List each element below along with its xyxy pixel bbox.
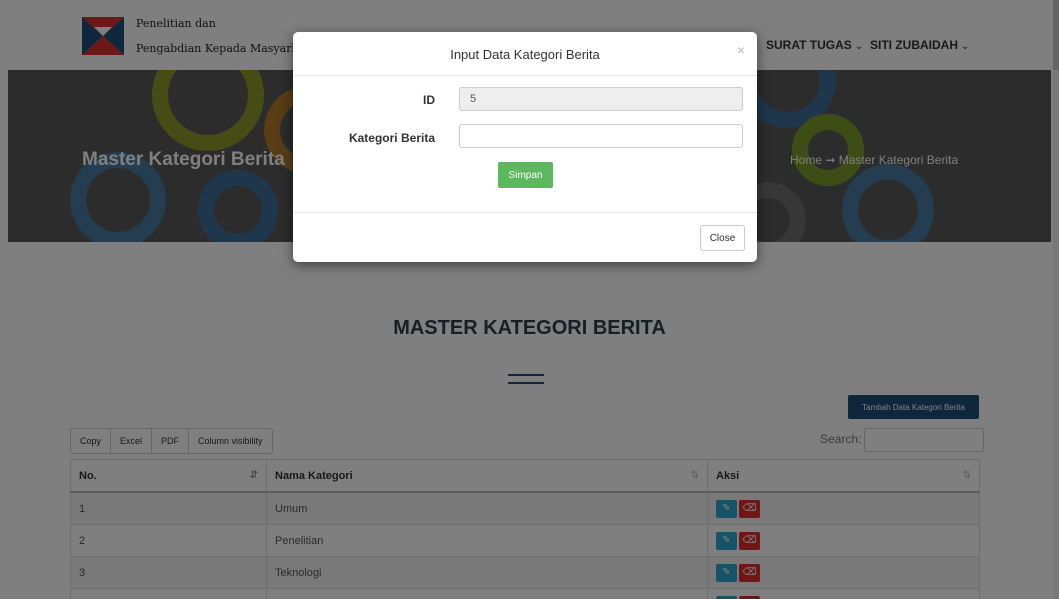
close-icon[interactable]: ×	[737, 42, 745, 58]
page: Penelitian dan Pengabdian Kepada Masyark…	[0, 0, 1059, 599]
kategori-berita-label: Kategori Berita	[348, 131, 435, 145]
id-field[interactable]	[459, 87, 743, 111]
save-button[interactable]: Simpan	[498, 162, 553, 188]
kategori-berita-field[interactable]	[459, 124, 743, 148]
modal-header: Input Data Kategori Berita ×	[293, 32, 757, 76]
close-button[interactable]: Close	[700, 225, 745, 251]
modal-footer: Close	[293, 212, 757, 263]
id-label: ID	[423, 93, 435, 107]
input-kategori-modal: Input Data Kategori Berita × ID Kategori…	[293, 32, 757, 262]
modal-title: Input Data Kategori Berita	[450, 47, 600, 62]
